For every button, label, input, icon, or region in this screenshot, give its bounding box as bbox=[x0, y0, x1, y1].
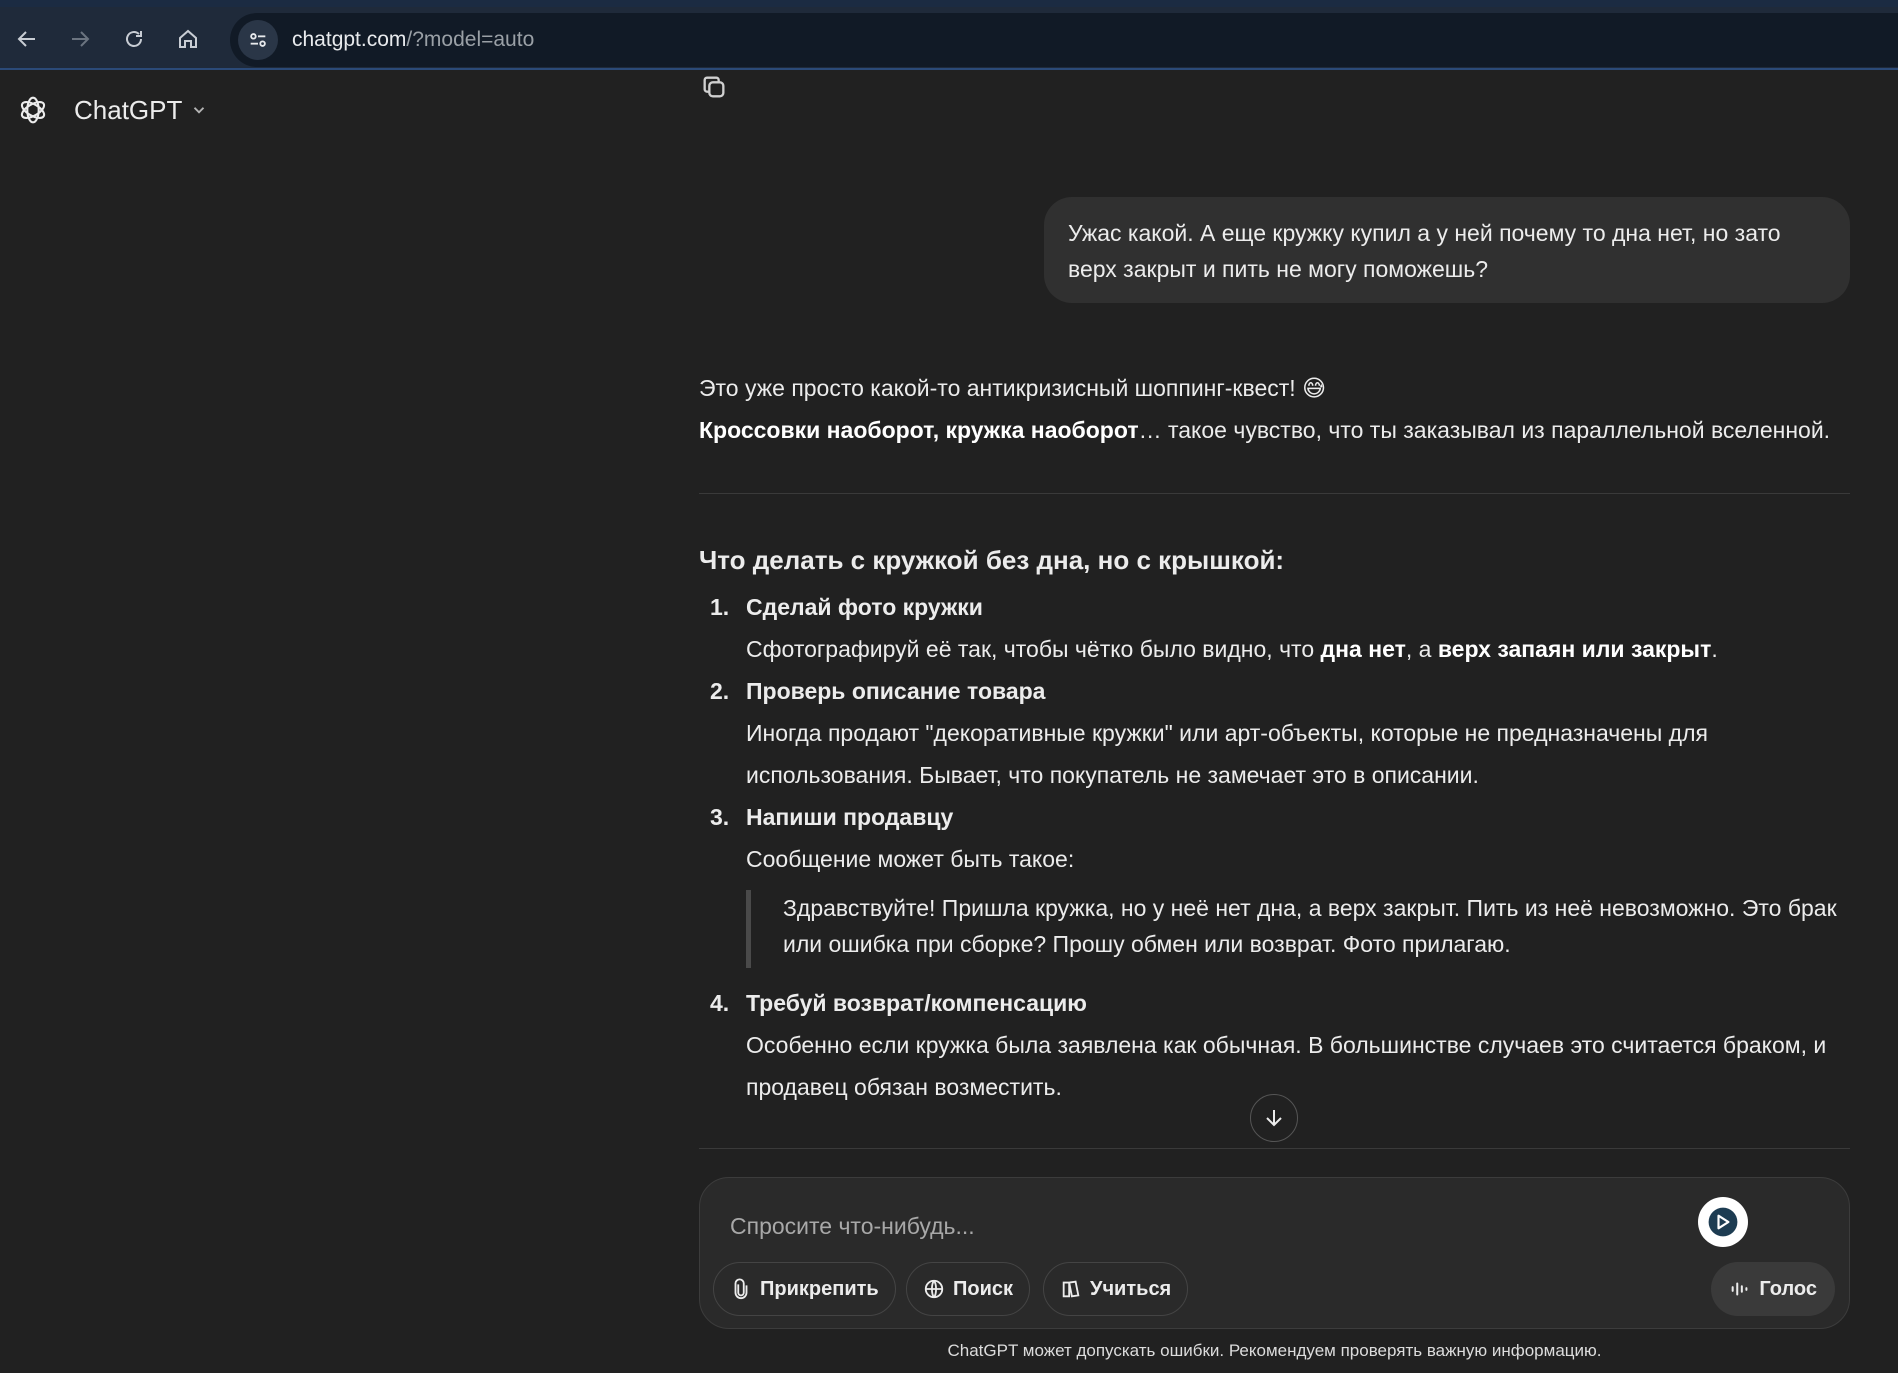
openai-logo-icon bbox=[20, 96, 46, 124]
study-button[interactable]: Учиться bbox=[1043, 1262, 1189, 1316]
list-item-text: Сфотографируй её так, чтобы чётко было в… bbox=[746, 628, 1856, 670]
attach-label: Прикрепить bbox=[760, 1277, 879, 1300]
list-item-text: Сообщение может быть такое: bbox=[746, 846, 1075, 872]
answer-heading: Что делать с кружкой без дна, но с крышк… bbox=[699, 545, 1285, 575]
reload-icon bbox=[126, 31, 142, 47]
tune-icon bbox=[250, 33, 266, 47]
arrow-left-icon bbox=[17, 31, 35, 47]
assistant-line2-bold: Кроссовки наоборот, кружка наоборот bbox=[699, 417, 1139, 443]
disclaimer: ChatGPT может допускать ошибки. Рекоменд… bbox=[947, 1341, 1602, 1360]
list-number: 1. bbox=[710, 594, 730, 620]
reload-button[interactable] bbox=[117, 22, 151, 56]
waveform-icon bbox=[1732, 1282, 1748, 1296]
address-bar[interactable]: chatgpt.com/?model=auto bbox=[230, 13, 1898, 67]
book-icon bbox=[1062, 1280, 1080, 1298]
paperclip-icon bbox=[734, 1278, 748, 1299]
assistant-line2-rest: … такое чувство, что ты заказывал из пар… bbox=[1138, 417, 1831, 443]
assistant-intro: Это уже просто какой-то антикризисный шо… bbox=[699, 375, 1327, 401]
model-switcher[interactable]: ChatGPT bbox=[14, 90, 208, 130]
voice-button[interactable]: Голос bbox=[1711, 1262, 1835, 1316]
list-item-text: Особенно если кружка была заявлена как о… bbox=[746, 1032, 1827, 1100]
user-message: Ужас какой. А еще кружку купил а у ней п… bbox=[1044, 197, 1850, 303]
list-item-text: Иногда продают "декоративные кружки" или… bbox=[746, 720, 1708, 788]
divider bbox=[699, 1148, 1850, 1149]
list-number: 4. bbox=[710, 990, 730, 1016]
browser-toolbar: chatgpt.com/?model=auto bbox=[0, 0, 1898, 70]
prompt-input[interactable] bbox=[730, 1206, 1630, 1246]
list-item-title: Сделай фото кружки bbox=[746, 594, 983, 620]
composer: Прикрепить Поиск Учиться Голос bbox=[699, 1177, 1850, 1329]
back-button[interactable] bbox=[10, 22, 44, 56]
list-number: 2. bbox=[710, 678, 730, 704]
list-item-title: Требуй возврат/компенсацию bbox=[746, 990, 1087, 1016]
voice-label: Голос bbox=[1759, 1277, 1817, 1300]
bold-fragment: дна нет bbox=[1320, 636, 1406, 662]
url-host: chatgpt.com bbox=[292, 28, 407, 51]
chevron-down-icon bbox=[194, 107, 205, 114]
home-button[interactable] bbox=[171, 22, 205, 56]
site-settings-button[interactable] bbox=[238, 20, 278, 60]
attach-button[interactable]: Прикрепить bbox=[713, 1262, 896, 1316]
text-fragment: . bbox=[1711, 636, 1718, 662]
divider bbox=[699, 493, 1850, 494]
arrow-down-icon bbox=[1266, 1110, 1282, 1127]
url-path: /?model=auto bbox=[406, 28, 535, 51]
study-label: Учиться bbox=[1090, 1277, 1172, 1300]
arrow-right-icon bbox=[72, 31, 90, 47]
text-fragment: Сфотографируй её так, чтобы чётко было в… bbox=[746, 636, 1321, 662]
list-item-title: Напиши продавцу bbox=[746, 804, 954, 830]
bold-fragment: верх запаян или закрыт bbox=[1437, 636, 1712, 662]
globe-icon bbox=[924, 1279, 944, 1299]
app-title: ChatGPT bbox=[74, 94, 183, 125]
search-button[interactable]: Поиск bbox=[906, 1262, 1031, 1316]
copy-icon[interactable] bbox=[700, 73, 728, 101]
url-text: chatgpt.com/?model=auto bbox=[292, 28, 534, 52]
scroll-to-bottom-button[interactable] bbox=[1250, 1094, 1298, 1142]
list-number: 3. bbox=[710, 804, 730, 830]
search-label: Поиск bbox=[953, 1277, 1014, 1300]
send-button[interactable] bbox=[1698, 1197, 1748, 1247]
forward-button[interactable] bbox=[63, 22, 97, 56]
blockquote: Здравствуйте! Пришла кружка, но у неё не… bbox=[746, 890, 1846, 968]
text-fragment: , а bbox=[1405, 636, 1438, 662]
home-icon bbox=[179, 29, 197, 48]
list-item-title: Проверь описание товара bbox=[746, 678, 1046, 704]
assistant-line2: Кроссовки наоборот, кружка наоборот… так… bbox=[699, 417, 1854, 444]
send-icon bbox=[1708, 1207, 1738, 1237]
